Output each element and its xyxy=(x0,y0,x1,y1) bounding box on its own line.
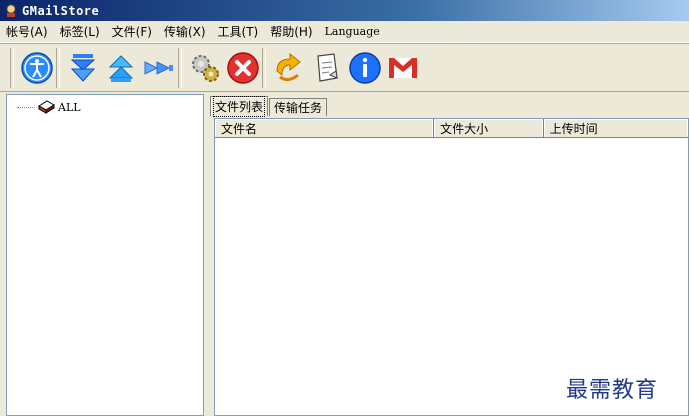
menu-help[interactable]: 帮助(H) xyxy=(270,23,312,40)
accessibility-icon xyxy=(21,51,53,84)
menu-transfer[interactable]: 传输(X) xyxy=(164,23,206,40)
tab-file-list[interactable]: 文件列表 xyxy=(210,96,269,117)
gears-icon xyxy=(192,54,219,82)
tab-file-list-label: 文件列表 xyxy=(212,96,266,117)
note-icon xyxy=(317,52,338,82)
title-bar: GMailStore xyxy=(0,0,689,21)
tag-tree-panel[interactable]: ALL xyxy=(6,94,204,416)
download-icon xyxy=(70,53,96,82)
list-header: 文件名 文件大小 上传时间 xyxy=(215,119,688,138)
about-button[interactable] xyxy=(346,48,384,88)
toolbar-separator xyxy=(178,47,182,88)
download-button[interactable] xyxy=(64,48,102,88)
column-header-upload-time[interactable]: 上传时间 xyxy=(544,119,688,137)
stop-button[interactable] xyxy=(224,48,262,88)
upload-button[interactable] xyxy=(102,48,140,88)
forward-button[interactable] xyxy=(140,48,178,88)
info-icon xyxy=(349,51,381,84)
tab-strip: 文件列表 传输任务 xyxy=(210,96,328,117)
menu-label[interactable]: 标签(L) xyxy=(60,23,100,40)
tree-item-all[interactable]: ALL xyxy=(17,99,81,115)
tree-label-all: ALL xyxy=(58,100,81,114)
window-title: GMailStore xyxy=(22,3,100,18)
column-header-filesize[interactable]: 文件大小 xyxy=(434,119,544,137)
menu-file[interactable]: 文件(F) xyxy=(112,23,152,40)
tab-transfer-tasks-label: 传输任务 xyxy=(274,101,323,115)
refresh-icon xyxy=(276,52,301,81)
toolbar-grip xyxy=(10,47,14,88)
refresh-button[interactable] xyxy=(270,48,308,88)
app-icon xyxy=(6,4,16,17)
toolbar-separator xyxy=(56,47,60,88)
column-header-filename[interactable]: 文件名 xyxy=(215,119,435,137)
login-button[interactable] xyxy=(18,48,56,88)
forward-icon xyxy=(144,60,173,75)
tag-icon xyxy=(38,100,55,114)
tab-transfer-tasks[interactable]: 传输任务 xyxy=(269,98,328,116)
note-button[interactable] xyxy=(308,48,346,88)
content-panel: 文件列表 传输任务 文件名 文件大小 上传时间 xyxy=(210,94,689,416)
gmail-button[interactable] xyxy=(384,48,422,88)
menu-language[interactable]: Language xyxy=(325,25,380,38)
toolbar-separator xyxy=(262,47,266,88)
toolbar xyxy=(0,43,689,92)
gmail-icon xyxy=(389,57,417,78)
settings-button[interactable] xyxy=(186,48,224,88)
stop-icon xyxy=(227,51,259,84)
menu-tools[interactable]: 工具(T) xyxy=(218,23,259,40)
menu-account[interactable]: 帐号(A) xyxy=(6,23,48,40)
upload-icon xyxy=(108,54,134,82)
menu-bar: 帐号(A) 标签(L) 文件(F) 传输(X) 工具(T) 帮助(H) Lang… xyxy=(0,21,689,43)
watermark-text: 最需教育 xyxy=(566,378,659,403)
tree-connector xyxy=(17,106,35,108)
